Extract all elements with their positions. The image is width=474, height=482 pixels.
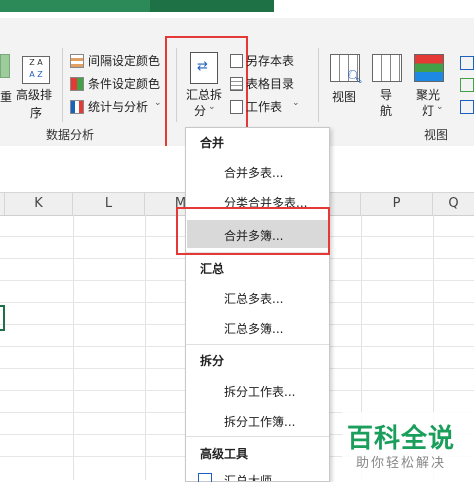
nav-label-2: 航 [380,104,393,118]
partial-icon [460,78,474,92]
condition-color-button[interactable]: 条件设定颜色 [70,75,170,93]
table-dir-icon [230,77,243,91]
stats-analysis-label: 统计与分析 [88,100,149,114]
highlight-box-merge-workbooks [176,207,330,255]
sort-icon: Z AA Z [22,56,50,84]
menu-separator [186,344,329,345]
menu-header-split: 拆分 [200,354,225,368]
sort-advanced-button[interactable]: 高级排 序 [16,86,56,120]
worksheet-icon [230,100,243,114]
condition-color-label: 条件设定颜色 [88,77,161,91]
summary-split-menu: 合并 合并多表... 分类合并多表... 合并多簿... 汇总 汇总多表... … [185,127,330,482]
menu-header-summary: 汇总 [200,262,225,276]
spotlight-button[interactable]: 聚光 灯 ⌄ [414,86,448,120]
ribbon-separator [318,48,319,122]
group-label-view: 视图 [424,128,449,142]
interval-color-button[interactable]: 间隔设定颜色 [70,52,170,70]
spotlight-label-1: 聚光 [416,88,441,102]
save-as-label: 另存本表 [246,54,295,68]
chevron-down-icon: ⌄ [436,102,444,112]
nav-icon [372,54,402,82]
summary-master-icon [198,473,212,482]
menu-item-merge-sheets[interactable]: 合并多表... [224,164,283,181]
interval-color-label: 间隔设定颜色 [88,54,161,68]
watermark-slogan: 助你轻松解决 [356,456,447,471]
grid-line [145,215,146,480]
sort-advanced-label-1: 高级排 [16,88,53,102]
chevron-down-icon: ⌄ [292,98,300,108]
table-dir-button[interactable]: 表格目录 [230,75,310,93]
sort-advanced-label-2: 序 [30,106,43,120]
title-bar-accent-dark [0,0,150,12]
save-as-button[interactable]: 另存本表 [230,52,310,70]
menu-item-split-workbook[interactable]: 拆分工作簿... [224,413,295,430]
partial-icon [460,56,474,70]
table-dir-label: 表格目录 [246,77,295,91]
menu-header-merge: 合并 [200,136,225,150]
view-icon: 🔍︎ [330,54,363,85]
interval-color-icon [70,54,84,68]
menu-item-summary-workbooks[interactable]: 汇总多簿... [224,320,283,337]
worksheet-label: 工作表 [246,100,283,114]
stats-analysis-button[interactable]: 统计与分析 ⌄ [70,98,170,116]
stats-icon [70,100,84,114]
grid-line [73,215,74,480]
condition-color-icon [70,77,84,91]
menu-item-summary-sheets[interactable]: 汇总多表... [224,290,283,307]
column-header-k[interactable]: K [5,193,73,215]
menu-header-advanced-tools: 高级工具 [200,447,249,461]
save-icon [230,54,243,68]
ribbon-separator [62,48,63,122]
nav-label-1: 导 [380,88,393,102]
spotlight-icon [414,54,444,82]
column-header-p[interactable]: P [361,193,433,215]
nav-button[interactable]: 导 航 [378,86,398,120]
title-bar [0,0,474,18]
worksheet-button[interactable]: 工作表 ⌄ [230,98,310,116]
selected-cell[interactable] [0,305,5,331]
watermark-brand: 百科全说 [347,424,456,454]
menu-item-split-worksheet[interactable]: 拆分工作表... [224,383,295,400]
partial-icon [460,100,474,114]
column-header-q[interactable]: Q [433,193,474,215]
group-label-data-analysis: 数据分析 [46,128,95,142]
column-header-l[interactable]: L [73,193,145,215]
view-button[interactable]: 视图 [332,88,356,105]
menu-separator [186,436,329,437]
partial-icon [0,54,10,78]
partial-button-label[interactable]: 重 [0,88,12,105]
chevron-down-icon: ⌄ [154,98,162,108]
spotlight-label-2: 灯 [422,104,435,118]
